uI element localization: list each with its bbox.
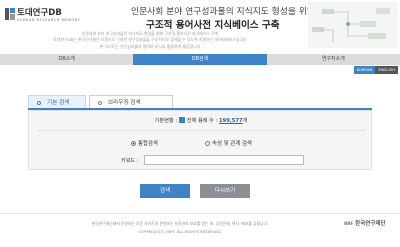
main-nav: DB소개 DB검색 연구자소개: [0, 54, 400, 65]
logo-title[interactable]: 토대연구DB: [17, 6, 62, 18]
language-switch: KOREAN ENGLISH: [353, 66, 398, 74]
logo-icon: [5, 8, 15, 20]
tab-basic-search[interactable]: 기본 검색: [28, 95, 86, 109]
radio-attribute-search[interactable]: 속성 및 관계 검색: [205, 139, 252, 147]
total-count-value[interactable]: 199,577: [219, 118, 243, 124]
header-title-line1: 인문사회 분야 연구성과물의 지식지도 형성을 위한: [131, 7, 315, 17]
intro-text: 인문사회 분야 연구성과물의 지식지도 형성을 위한 구조적 용어사전 지식베이…: [0, 31, 300, 50]
nrf-logo[interactable]: NRF 한국연구재단: [344, 219, 386, 228]
tab-bullet-icon: [37, 101, 41, 105]
nav-item-researcher-intro[interactable]: 연구자소개: [267, 54, 400, 65]
footer-divider: [0, 213, 400, 214]
nav-item-db-search[interactable]: DB검색: [133, 54, 267, 65]
divider: [37, 130, 365, 131]
tab-bullet-icon: [98, 101, 102, 105]
lang-english-button[interactable]: ENGLISH: [375, 66, 398, 74]
knowledge-map-illustration: [308, 2, 398, 48]
search-panel: 기본현황 : 전체 용례 수 : 199,577개 통합검색 속성 및 관계 검…: [28, 110, 372, 170]
record-count: 기본현황 : 전체 용례 수 : 199,577개: [29, 117, 373, 124]
search-button[interactable]: 검색: [140, 184, 190, 198]
radio-label: 통합검색: [138, 141, 158, 147]
count-label: 기본현황 :: [154, 118, 178, 124]
radio-unselected-icon: [205, 140, 210, 146]
footer-copyright: COPYRIGHT(C) NRF. ALL RIGHTS RESERVED.: [138, 229, 222, 234]
intro-line: 본 사이트는 연구성과물의 용어와 지식을 통합하여 제공합니다: [99, 43, 201, 49]
radio-selected-icon: [131, 140, 136, 146]
tab-label: 브라우징 검색: [108, 100, 141, 106]
footer-notice: 한국연구재단에서 운영하는 모든 사이트의 콘텐츠는 저작권의 보호를 받는 바…: [91, 221, 269, 226]
total-label: 전체 용례 수 :: [186, 118, 218, 124]
radio-integrated-search[interactable]: 통합검색: [131, 139, 158, 147]
nrf-name: 한국연구재단: [355, 221, 386, 227]
database-icon: [178, 117, 185, 123]
header-title-line2: 구조적 용어사전 지식베이스 구축: [146, 20, 280, 31]
keyword-input[interactable]: [144, 155, 304, 165]
radio-label: 속성 및 관계 검색: [212, 141, 252, 147]
logo-subtitle: KOREAN RESEARCH MEMORY: [17, 18, 81, 22]
nrf-mark-icon: NRF: [344, 220, 354, 226]
keyword-label: 키워드 :: [121, 158, 139, 164]
tab-label: 기본 검색: [47, 100, 70, 106]
footer: 한국연구재단에서 운영하는 모든 사이트의 콘텐츠는 저작권의 보호를 받는 바…: [0, 220, 360, 236]
reset-button[interactable]: 다시쓰기: [200, 184, 250, 198]
total-count-unit: 개: [242, 118, 248, 124]
lang-korean-button[interactable]: KOREAN: [353, 66, 376, 74]
nav-item-db-intro[interactable]: DB소개: [0, 54, 133, 65]
tab-browse-search[interactable]: 브라우징 검색: [89, 95, 173, 109]
